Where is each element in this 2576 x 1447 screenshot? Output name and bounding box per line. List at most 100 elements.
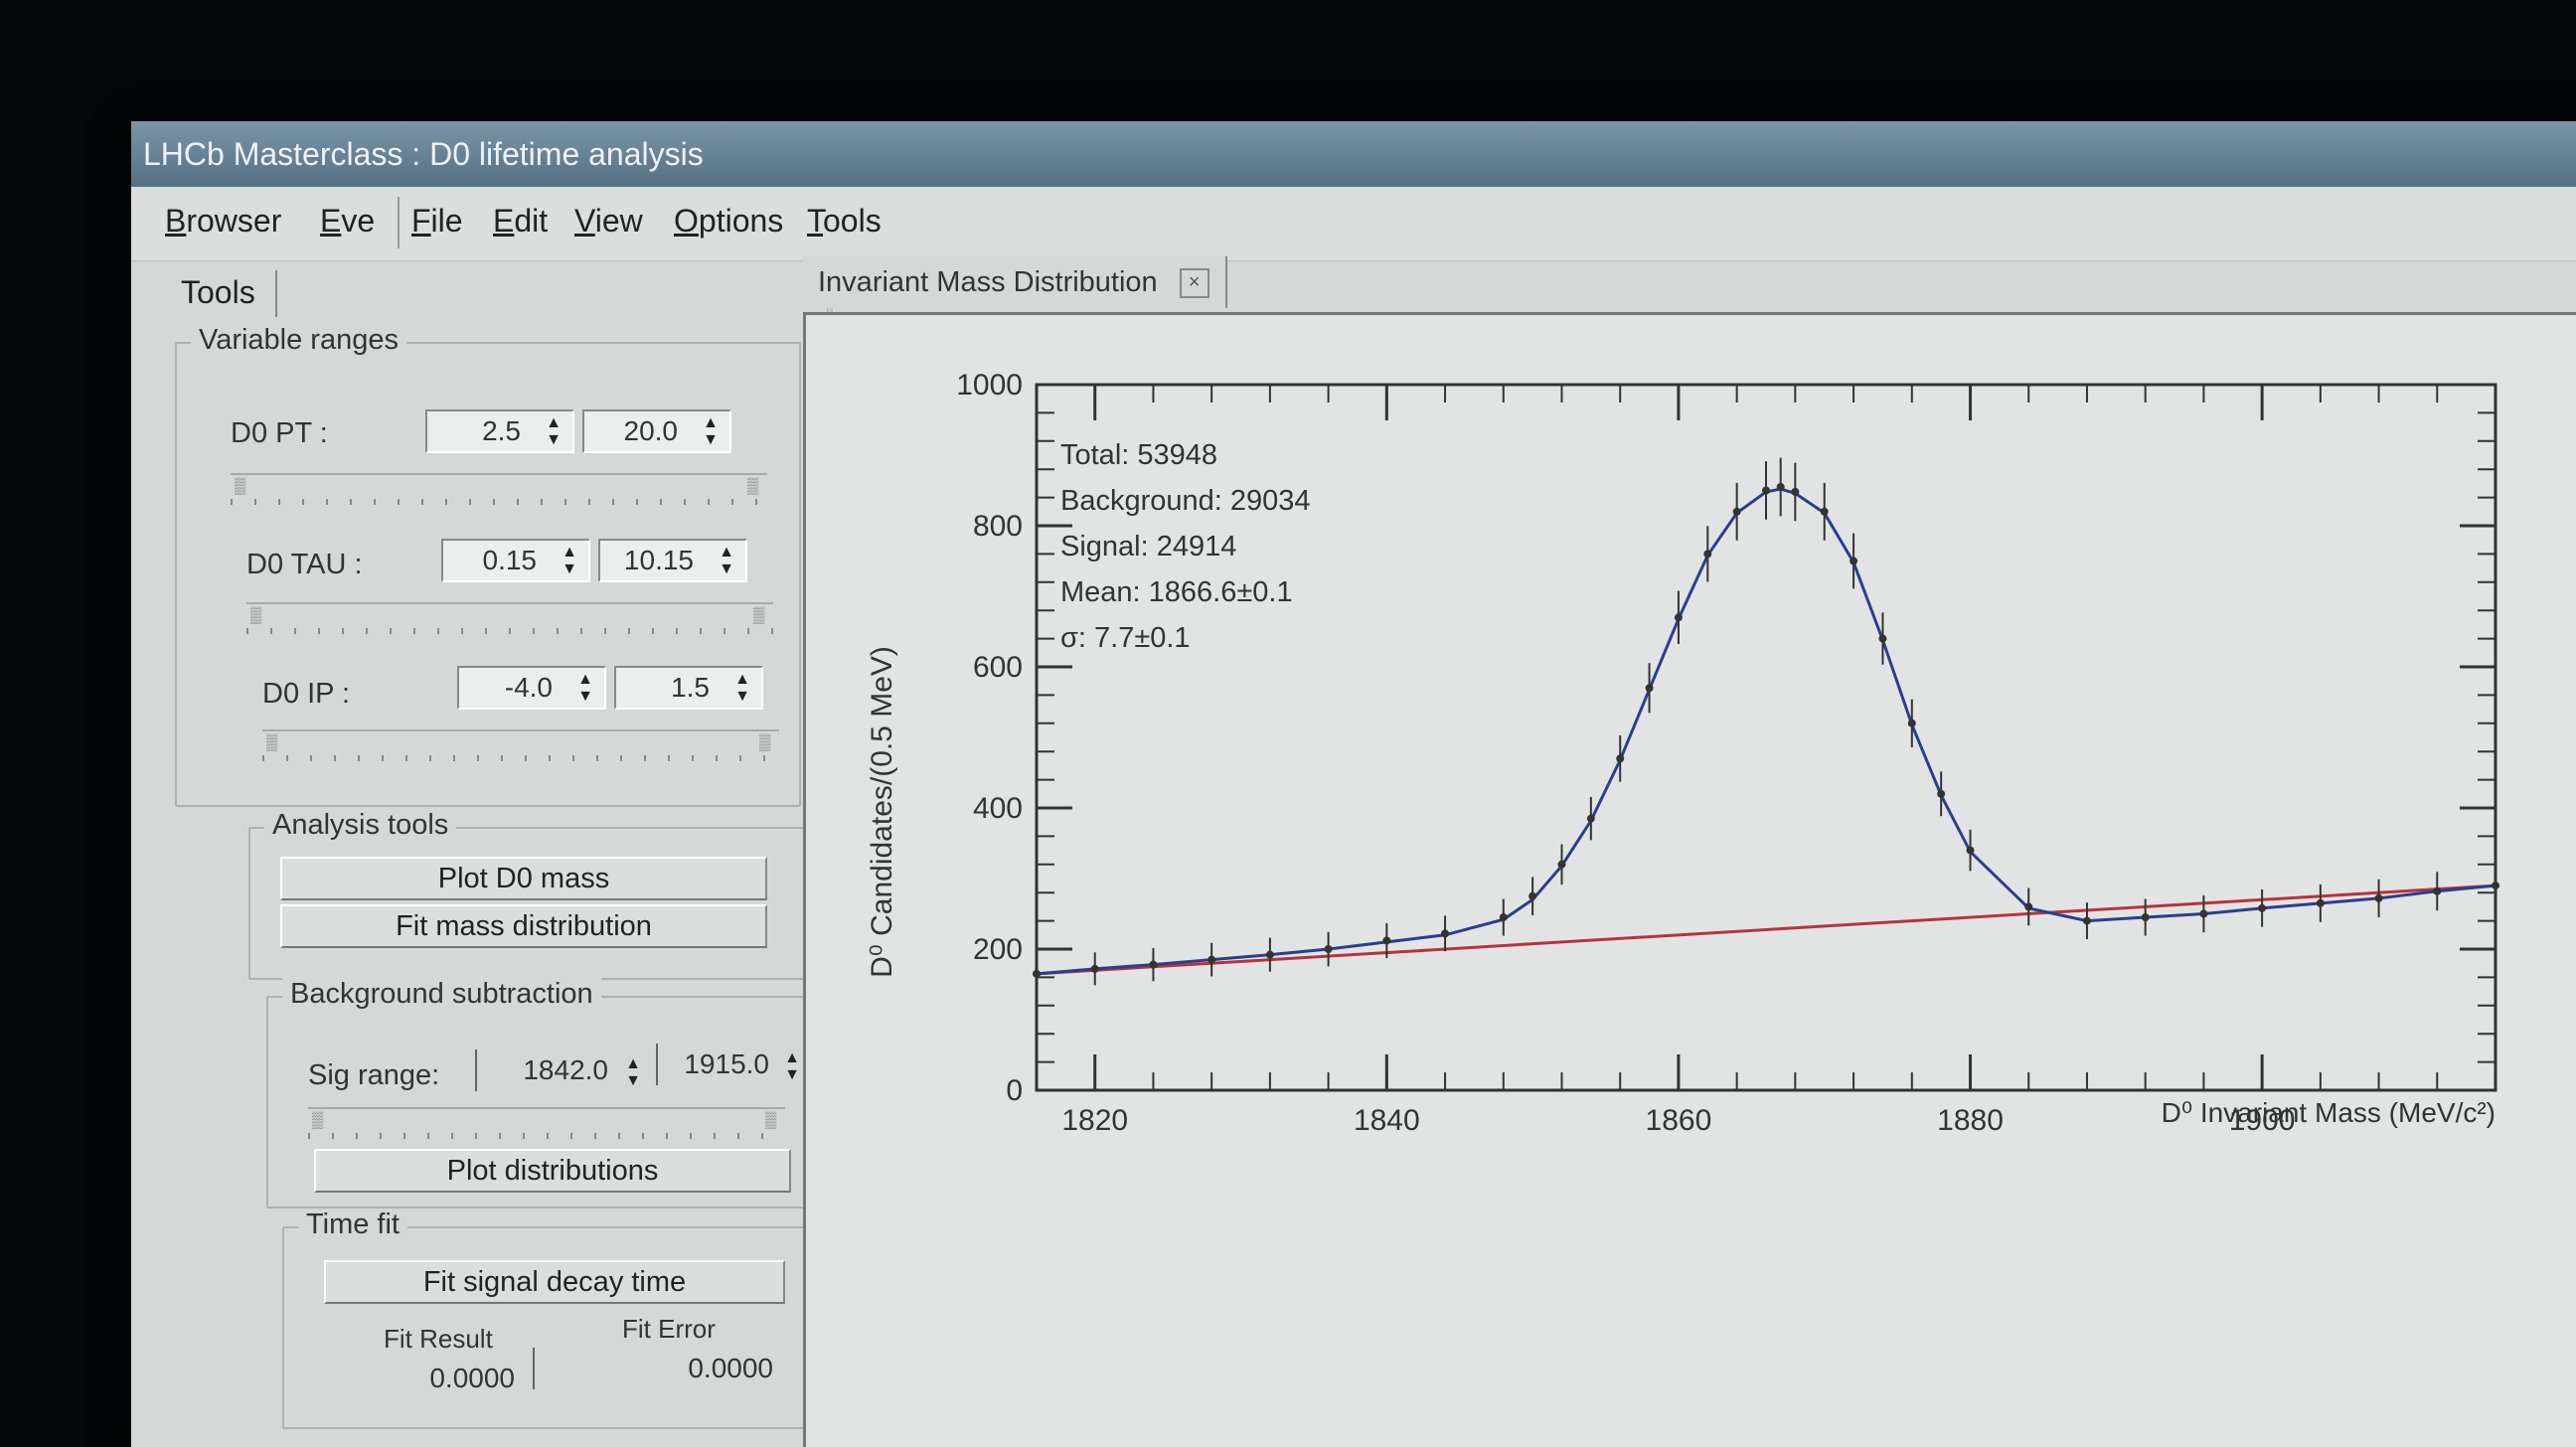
d0-tau-range-slider[interactable]: ▒ ▒: [246, 602, 773, 634]
menu-separator: [398, 197, 400, 248]
background-fit-line: [1036, 884, 2496, 976]
y-tick-label: 200: [973, 933, 1023, 966]
spin-arrows-icon[interactable]: ▲ ▼: [570, 671, 600, 705]
data-point: [1762, 486, 1770, 495]
data-point: [1557, 860, 1566, 869]
d0-pt-label: D0 PT :: [231, 417, 328, 449]
menu-edit[interactable]: Edit: [493, 203, 548, 240]
slider-min-handle[interactable]: ▒: [266, 735, 282, 751]
d0-pt-min-spinner[interactable]: 2.5 ▲ ▼: [425, 409, 574, 453]
fit-signal-decay-time-button[interactable]: Fit signal decay time: [324, 1260, 785, 1304]
data-point: [1966, 846, 1975, 855]
data-point: [1382, 936, 1391, 945]
sig-min-value[interactable]: 1842.0: [475, 1049, 616, 1091]
slider-min-handle[interactable]: ▒: [250, 608, 266, 624]
sig-range-label: Sig range:: [308, 1059, 440, 1091]
plot-d0-mass-button[interactable]: Plot D0 mass: [280, 857, 767, 900]
y-tick-label: 1000: [956, 369, 1023, 402]
stats-box: Total: 53948 Background: 29034 Signal: 2…: [1060, 439, 1311, 654]
spin-arrows-icon[interactable]: ▲ ▼: [539, 414, 568, 448]
d0-ip-min-spinner[interactable]: -4.0 ▲ ▼: [457, 666, 606, 710]
spin-arrows-icon[interactable]: ▲ ▼: [555, 544, 584, 577]
fit-mass-distribution-button[interactable]: Fit mass distribution: [280, 904, 767, 948]
spin-arrows-icon[interactable]: ▲ ▼: [696, 414, 725, 448]
data-point: [2492, 882, 2499, 890]
slider-max-handle[interactable]: ▒: [747, 479, 763, 495]
data-point: [1732, 507, 1741, 516]
spin-arrows-icon[interactable]: ▲ ▼: [727, 671, 757, 705]
spin-arrows-icon[interactable]: ▲ ▼: [712, 544, 741, 577]
background-subtraction-title: Background subtraction: [282, 978, 601, 1011]
fit-result-value: 0.0000: [429, 1363, 515, 1393]
menu-browser[interactable]: Browser: [165, 203, 281, 240]
data-point: [1703, 550, 1712, 559]
background-subtraction-group: Background subtraction Sig range: 1842.0…: [266, 978, 815, 1208]
variable-ranges-title: Variable ranges: [191, 324, 406, 357]
variable-ranges-group: Variable ranges D0 PT : 2.5 ▲ ▼ 20.0 ▲ ▼ ▒…: [175, 324, 801, 807]
data-point: [1878, 634, 1887, 643]
data-point: [2024, 902, 2033, 911]
slider-max-handle[interactable]: ▒: [765, 1113, 781, 1129]
data-point: [1265, 950, 1274, 959]
d0-pt-range-slider[interactable]: ▒ ▒: [231, 473, 767, 505]
menu-view[interactable]: View: [574, 203, 643, 240]
d0-ip-min-value: -4.0: [504, 672, 553, 703]
slider-max-handle[interactable]: ▒: [753, 608, 769, 624]
data-point: [1776, 482, 1785, 491]
window-title: LHCb Masterclass : D0 lifetime analysis: [131, 121, 2576, 187]
d0-ip-range-slider[interactable]: ▒ ▒: [262, 729, 779, 761]
app-window: LHCb Masterclass : D0 lifetime analysis …: [131, 121, 2576, 1447]
d0-tau-min-spinner[interactable]: 0.15 ▲ ▼: [441, 539, 590, 582]
d0-pt-min-value: 2.5: [482, 415, 521, 446]
d0-pt-max-spinner[interactable]: 20.0 ▲ ▼: [582, 409, 731, 453]
y-tick-label: 400: [973, 792, 1023, 825]
d0-tau-min-value: 0.15: [482, 545, 538, 575]
plot-canvas[interactable]: 0 200 400 600 800 1000 1820 1840 1860 1880 1900 To…: [803, 312, 2576, 1447]
data-point: [2316, 898, 2325, 907]
plot-distributions-button[interactable]: Plot distributions: [314, 1149, 791, 1193]
menu-tools[interactable]: Tools: [807, 203, 882, 240]
data-point: [1907, 719, 1916, 727]
menu-eve[interactable]: Eve: [320, 203, 375, 240]
stats-total: Total: 53948: [1060, 439, 1217, 471]
fit-error-value: 0.0000: [533, 1348, 781, 1389]
data-point: [1850, 557, 1858, 565]
x-axis-label: D⁰ Invariant Mass (MeV/c²): [2162, 1097, 2496, 1128]
d0-tau-max-value: 10.15: [623, 545, 694, 575]
menu-options[interactable]: Options: [674, 203, 783, 240]
slider-max-handle[interactable]: ▒: [759, 735, 775, 751]
data-points: [1033, 457, 2499, 991]
data-point: [1586, 814, 1595, 823]
background-fit: [1036, 884, 2496, 976]
spin-arrows-icon[interactable]: ▲ ▼: [618, 1055, 648, 1089]
d0-ip-label: D0 IP :: [262, 678, 351, 710]
tab-invariant-mass-distribution[interactable]: Invariant Mass Distribution ×: [802, 256, 1227, 308]
data-point: [1674, 613, 1683, 622]
y-tick-label: 800: [973, 510, 1023, 543]
menu-file[interactable]: File: [411, 203, 463, 240]
time-fit-group: Time fit Fit signal decay time Fit Resul…: [282, 1208, 823, 1429]
slider-min-handle[interactable]: ▒: [235, 479, 250, 495]
menu-bar: Browser Eve File Edit View Options Tools: [131, 187, 2576, 261]
data-point: [2141, 913, 2150, 922]
data-point: [1499, 913, 1508, 922]
d0-tau-max-spinner[interactable]: 10.15 ▲ ▼: [598, 539, 747, 582]
chart-axes: 020040060080010001820 1840 1860 1880 1900: [956, 369, 2497, 1137]
data-point: [2199, 909, 2208, 918]
x-tick-label: 1860: [1646, 1104, 1712, 1137]
total-fit: [1036, 487, 2496, 976]
data-point: [1441, 929, 1450, 938]
slider-min-handle[interactable]: ▒: [312, 1113, 328, 1129]
sig-max-value[interactable]: 1915.0: [656, 1044, 777, 1085]
data-point: [2082, 916, 2091, 925]
d0-tau-label: D0 TAU :: [246, 549, 363, 580]
data-point: [1616, 754, 1625, 763]
d0-ip-max-spinner[interactable]: 1.5 ▲ ▼: [614, 666, 763, 710]
data-point: [1529, 891, 1537, 900]
sig-range-slider[interactable]: ▒ ▒: [308, 1107, 785, 1139]
total-fit-line: [1036, 487, 2496, 976]
tab-tools[interactable]: Tools: [165, 270, 277, 317]
close-icon[interactable]: ×: [1179, 268, 1209, 299]
x-tick-label: 1880: [1937, 1104, 2004, 1137]
y-axis-label: D⁰ Candidates/(0.5 MeV): [866, 646, 898, 978]
